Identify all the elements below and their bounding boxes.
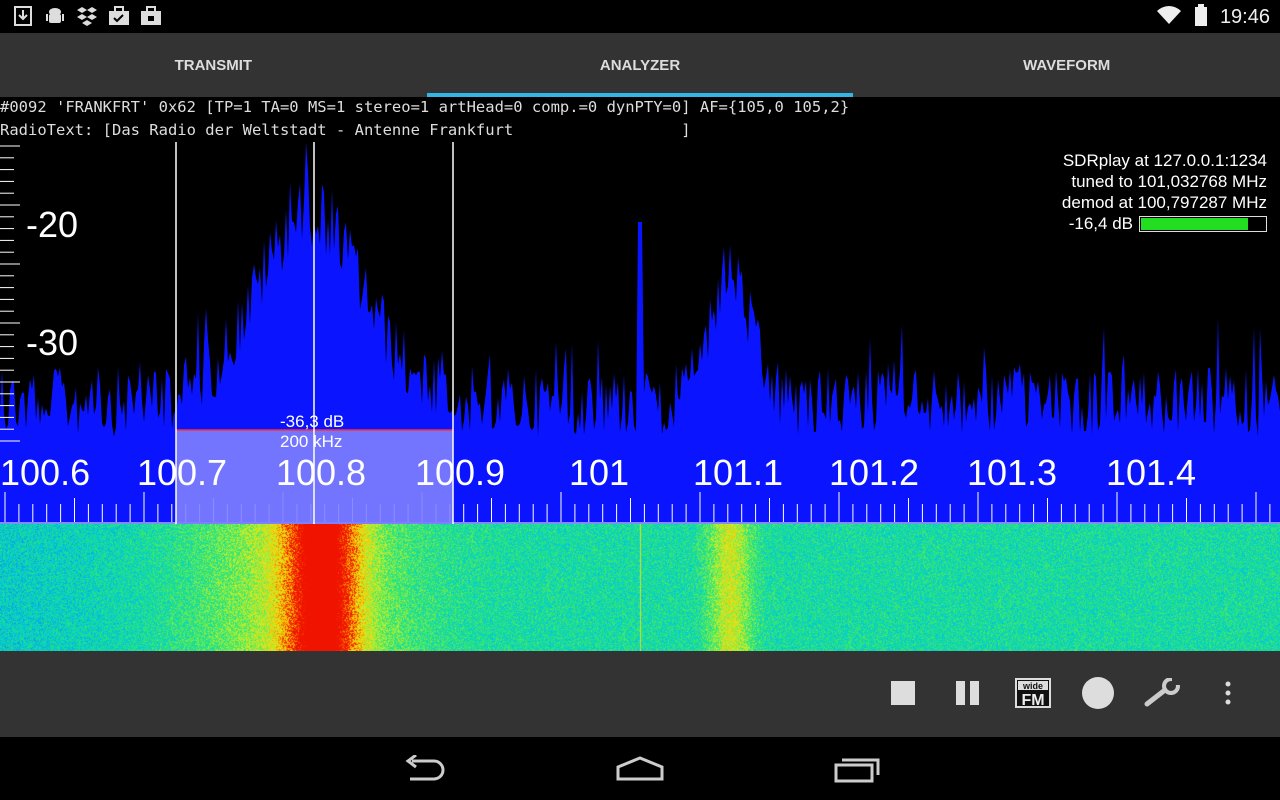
home-icon: [616, 756, 664, 781]
navigation-bar: [0, 737, 1280, 800]
freq-label: 101.2: [828, 452, 920, 493]
wifi-icon: [1156, 5, 1182, 30]
notification-icons: [12, 5, 162, 27]
status-bar: 19:46: [0, 0, 1280, 33]
action-bar: wide FM: [0, 651, 1280, 737]
receiver-info: SDRplay at 127.0.0.1:1234 tuned to 101,0…: [1062, 150, 1267, 234]
freq-label: 100.6: [0, 452, 91, 493]
freq-label: 100.8: [275, 452, 367, 493]
svg-text:FM: FM: [1021, 692, 1044, 708]
clock: 19:46: [1219, 6, 1270, 28]
freq-label: 101.1: [692, 452, 784, 493]
freq-label: 101.3: [966, 452, 1058, 493]
svg-text:wide: wide: [1022, 681, 1043, 691]
wide-fm-button[interactable]: wide FM: [1013, 673, 1053, 713]
settings-button[interactable]: [1143, 673, 1183, 713]
signal-level-fill: [1141, 217, 1248, 230]
tab-analyzer[interactable]: ANALYZER: [426, 33, 854, 97]
radiotext-line: RadioText: [Das Radio der Weltstadt - An…: [0, 121, 691, 139]
stop-icon: [891, 681, 915, 705]
record-icon: [1082, 677, 1114, 709]
demod-frequency-text: demod at 100,797287 MHz: [1061, 193, 1267, 212]
freq-label: 100.7: [136, 452, 228, 493]
rds-info-line: #0092 'FRANKFRT' 0x62 [TP=1 TA=0 MS=1 st…: [0, 98, 850, 116]
tab-bar: TRANSMIT ANALYZER WAVEFORM: [0, 33, 1280, 97]
pause-icon: [956, 681, 979, 705]
tab-transmit[interactable]: TRANSMIT: [0, 33, 427, 97]
dropbox-icon: [76, 5, 98, 27]
signal-level-row: -16,4 dB: [1062, 213, 1267, 234]
pause-button[interactable]: [948, 673, 988, 713]
recents-button[interactable]: [827, 751, 887, 787]
overflow-menu-button[interactable]: [1208, 673, 1248, 713]
tab-waveform[interactable]: WAVEFORM: [853, 33, 1280, 97]
status-right: 19:46: [1156, 4, 1270, 31]
wide-fm-icon: wide FM: [1015, 678, 1051, 708]
recents-icon: [834, 758, 880, 783]
briefcase-icon: [140, 5, 162, 27]
freq-label: 101: [568, 452, 630, 493]
signal-level-meter: [1139, 215, 1267, 232]
android-debug-icon: [44, 5, 66, 27]
stop-button[interactable]: [883, 673, 923, 713]
selection-bandwidth-readout: 200 kHz: [280, 432, 343, 451]
back-button[interactable]: [394, 751, 454, 787]
battery-icon: [1194, 4, 1208, 31]
selection-db-readout: -36,3 dB: [280, 412, 345, 431]
source-text: SDRplay at 127.0.0.1:1234: [1062, 151, 1267, 170]
freq-label: 100.9: [414, 452, 506, 493]
freq-label: 101.4: [1105, 452, 1197, 493]
home-button[interactable]: [610, 751, 670, 787]
tuned-frequency-text: tuned to 101,032768 MHz: [1071, 172, 1267, 191]
overflow-menu-icon: [1225, 681, 1231, 705]
back-icon: [405, 755, 445, 781]
waterfall-display[interactable]: [0, 524, 1280, 651]
briefcase-check-icon: [108, 5, 130, 27]
db-label-minus30: -30: [26, 322, 79, 363]
wrench-icon: [1144, 678, 1180, 707]
record-button[interactable]: [1078, 673, 1118, 713]
db-label-minus20: -20: [26, 204, 79, 245]
download-icon: [12, 5, 34, 27]
signal-level-text: -16,4 dB: [1068, 214, 1133, 233]
